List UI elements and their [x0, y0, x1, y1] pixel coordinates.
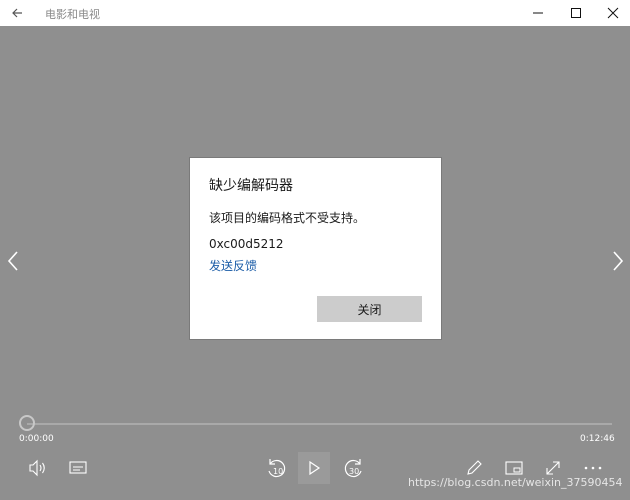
more-icon	[584, 466, 602, 470]
codec-error-dialog: 缺少编解码器 该项目的编码格式不受支持。 0xc00d5212 发送反馈 关闭	[189, 157, 442, 340]
close-window-button[interactable]	[596, 0, 630, 26]
fullscreen-icon	[546, 461, 560, 475]
pencil-icon	[467, 460, 482, 475]
seek-bar[interactable]	[27, 423, 612, 425]
play-icon	[309, 460, 321, 476]
minimize-button[interactable]	[521, 0, 555, 26]
volume-icon	[29, 459, 45, 477]
current-time: 0:00:00	[19, 434, 54, 444]
next-button[interactable]	[611, 250, 625, 272]
dialog-title: 缺少编解码器	[209, 178, 293, 194]
seek-thumb[interactable]	[19, 415, 35, 431]
subtitles-button[interactable]	[62, 452, 94, 484]
previous-button[interactable]	[6, 250, 20, 272]
send-feedback-link[interactable]: 发送反馈	[209, 257, 257, 274]
error-code: 0xc00d5212	[209, 237, 284, 251]
skip-back-label: 10	[273, 467, 284, 476]
total-time: 0:12:46	[580, 434, 615, 444]
chevron-right-icon	[613, 251, 624, 271]
chevron-left-icon	[7, 251, 18, 271]
watermark-text: https://blog.csdn.net/weixin_37590454	[408, 476, 623, 489]
subtitles-icon	[69, 461, 87, 474]
close-icon	[607, 7, 619, 19]
maximize-button[interactable]	[559, 0, 593, 26]
mini-view-icon	[505, 461, 523, 475]
play-button[interactable]	[298, 452, 330, 484]
minimize-icon	[533, 12, 543, 14]
skip-back-button[interactable]: 10	[260, 452, 292, 484]
maximize-icon	[571, 8, 581, 18]
skip-forward-button[interactable]: 30	[338, 452, 370, 484]
skip-forward-label: 30	[349, 467, 360, 476]
back-arrow-icon	[12, 8, 22, 18]
back-button[interactable]	[8, 4, 30, 22]
dialog-message: 该项目的编码格式不受支持。	[209, 211, 366, 225]
close-dialog-button[interactable]: 关闭	[317, 296, 422, 322]
window-title: 电影和电视	[45, 8, 100, 21]
volume-button[interactable]	[22, 452, 54, 484]
title-bar: 电影和电视	[0, 0, 630, 26]
